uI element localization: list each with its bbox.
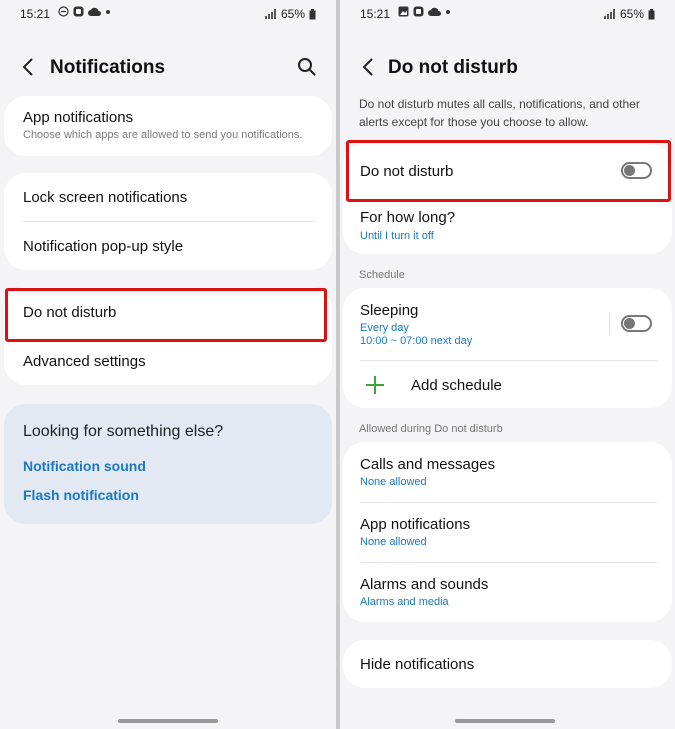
for-how-long-title: For how long?: [360, 209, 456, 226]
sleeping-schedule-item[interactable]: Sleeping Every day 10:00 ~ 07:00 next da…: [343, 288, 672, 360]
lock-screen-notifications-item[interactable]: Lock screen notifications: [4, 173, 332, 221]
battery-percent: 65%: [280, 7, 305, 21]
notification-sound-link[interactable]: Notification sound: [23, 458, 146, 474]
do-not-disturb-screen: 15:21 65% Do not disturb Do not disturb …: [340, 0, 675, 729]
schedule-card: Sleeping Every day 10:00 ~ 07:00 next da…: [343, 288, 672, 408]
do-not-disturb-toggle-label: Do not disturb: [360, 163, 454, 180]
dnd-advanced-card: Do not disturb Advanced settings: [4, 287, 332, 385]
hide-notifications-card: Hide notifications: [343, 640, 672, 688]
add-schedule-label: Add schedule: [411, 377, 502, 394]
vertical-divider: [609, 313, 610, 335]
schedule-header: Schedule: [359, 269, 405, 281]
battery-percent: 65%: [619, 7, 644, 21]
status-bar: 15:21 65%: [340, 6, 675, 24]
do-not-disturb-item[interactable]: Do not disturb: [4, 287, 332, 337]
advanced-settings-label: Advanced settings: [23, 353, 146, 370]
image-status-icon: [398, 6, 409, 17]
app-bar: Do not disturb: [340, 50, 675, 86]
notification-style-card: Lock screen notifications Notification p…: [4, 173, 332, 270]
app-notifications-value: None allowed: [360, 536, 427, 548]
app-notifications-title: App notifications: [360, 516, 471, 533]
calls-and-messages-value: None allowed: [360, 476, 427, 488]
sleeping-days: Every day: [360, 322, 409, 334]
advanced-settings-item[interactable]: Advanced settings: [4, 337, 332, 385]
do-not-disturb-switch[interactable]: [621, 162, 652, 179]
add-plus-icon: [366, 376, 384, 394]
sleeping-switch[interactable]: [621, 315, 652, 332]
alarms-and-sounds-title: Alarms and sounds: [360, 576, 489, 593]
notifications-screen: 15:21 65% Notifications App notification…: [0, 0, 336, 729]
app-notifications-title: App notifications: [23, 109, 134, 126]
alarms-and-sounds-item[interactable]: Alarms and sounds Alarms and media: [343, 563, 672, 622]
hide-notifications-label: Hide notifications: [360, 656, 475, 673]
dnd-description: Do not disturb mutes all calls, notifica…: [359, 97, 640, 129]
for-how-long-value: Until I turn it off: [360, 230, 434, 242]
app-notifications-card: App notifications Choose which apps are …: [4, 96, 332, 156]
signal-icon: [603, 9, 615, 19]
back-arrow-icon[interactable]: [358, 56, 380, 78]
status-bar: 15:21 65%: [0, 6, 336, 24]
cloud-icon: [428, 7, 441, 16]
add-schedule-item[interactable]: Add schedule: [343, 361, 672, 408]
app-notifications-subtitle: Choose which apps are allowed to send yo…: [23, 129, 303, 141]
app-status-icon: [413, 6, 424, 17]
notification-popup-style-item[interactable]: Notification pop-up style: [4, 222, 332, 270]
hide-notifications-item[interactable]: Hide notifications: [343, 640, 672, 688]
app-notifications-item[interactable]: App notifications Choose which apps are …: [4, 96, 332, 156]
status-time: 15:21: [360, 7, 391, 21]
sleeping-time: 10:00 ~ 07:00 next day: [360, 335, 473, 347]
battery-icon: [309, 8, 316, 19]
gesture-bar: [118, 719, 218, 723]
calls-and-messages-item[interactable]: Calls and messages None allowed: [343, 442, 672, 502]
app-bar: Notifications: [0, 50, 336, 86]
dnd-main-card: Do not disturb For how long? Until I tur…: [343, 144, 672, 254]
notification-popup-style-label: Notification pop-up style: [23, 238, 184, 255]
dot-icon: [446, 9, 450, 14]
dot-icon: [106, 9, 110, 14]
for-how-long-item[interactable]: For how long? Until I turn it off: [343, 199, 672, 254]
allowed-header: Allowed during Do not disturb: [359, 423, 503, 435]
app-notifications-allowed-item[interactable]: App notifications None allowed: [343, 503, 672, 562]
search-icon[interactable]: [296, 56, 318, 78]
flash-notification-link[interactable]: Flash notification: [23, 487, 139, 503]
do-not-disturb-toggle-item[interactable]: Do not disturb: [343, 144, 672, 199]
status-time: 15:21: [20, 7, 51, 21]
battery-icon: [648, 8, 655, 19]
do-not-disturb-label: Do not disturb: [23, 304, 117, 321]
looking-for-something-card: Looking for something else? Notification…: [4, 404, 332, 524]
dnd-status-icon: [58, 6, 69, 17]
gesture-bar: [455, 719, 555, 723]
lock-screen-notifications-label: Lock screen notifications: [23, 189, 188, 206]
alarms-and-sounds-value: Alarms and media: [360, 596, 449, 608]
back-arrow-icon[interactable]: [18, 56, 40, 78]
calls-and-messages-title: Calls and messages: [360, 456, 496, 473]
signal-icon: [264, 9, 276, 19]
looking-question: Looking for something else?: [23, 423, 224, 440]
page-title: Do not disturb: [388, 57, 518, 78]
app-status-icon: [73, 6, 84, 17]
page-title: Notifications: [50, 57, 166, 78]
allowed-card: Calls and messages None allowed App noti…: [343, 442, 672, 622]
sleeping-title: Sleeping: [360, 302, 419, 319]
cloud-icon: [88, 7, 101, 16]
